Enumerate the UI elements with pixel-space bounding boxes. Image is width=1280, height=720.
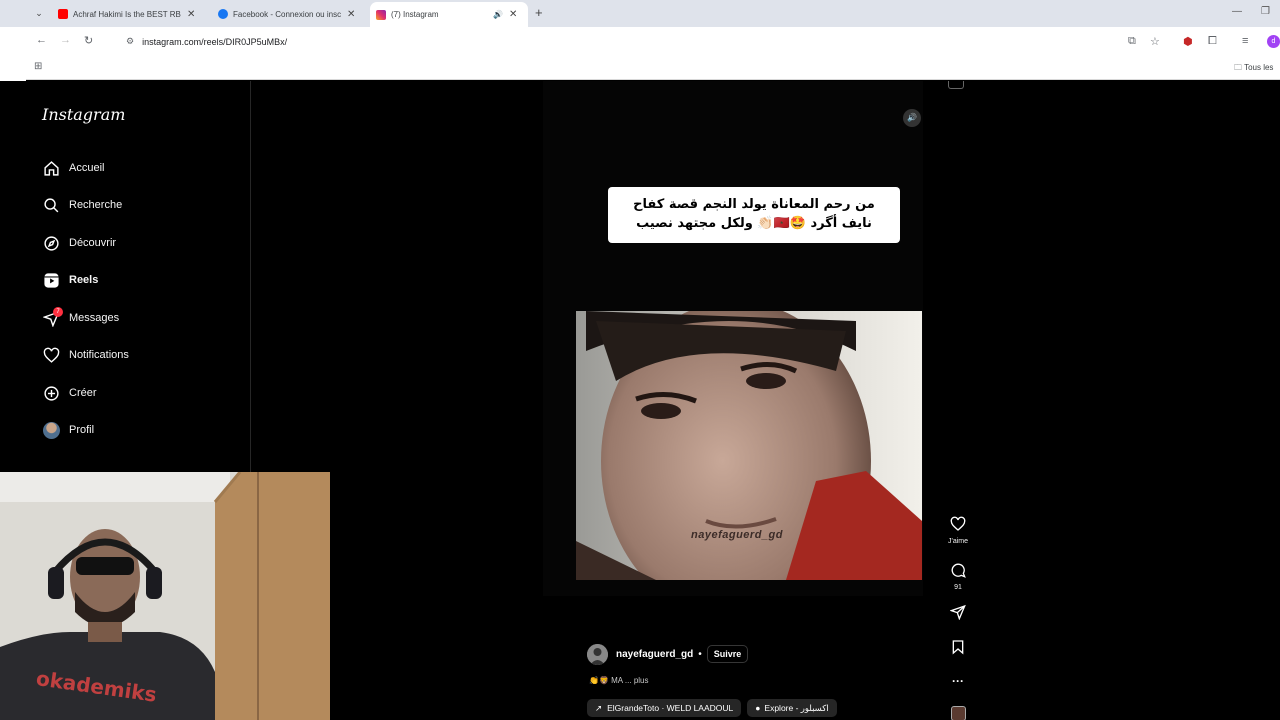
screen: ⌄ Achraf Hakimi Is the BEST RB in ✕ Face… bbox=[0, 0, 1280, 720]
location-chip-label: Explore - اكسبلور bbox=[764, 702, 829, 713]
nav-label: Créer bbox=[69, 387, 97, 399]
reload-icon[interactable]: ↻ bbox=[84, 34, 93, 47]
heart-icon bbox=[42, 346, 60, 364]
tab-youtube[interactable]: Achraf Hakimi Is the BEST RB in ✕ bbox=[52, 3, 195, 25]
browser-tab-bar: ⌄ Achraf Hakimi Is the BEST RB in ✕ Face… bbox=[0, 0, 1280, 27]
video-still: nayefaguerd_gd bbox=[576, 311, 922, 580]
comment-icon bbox=[951, 563, 966, 578]
facebook-icon bbox=[218, 9, 228, 19]
extensions-icon[interactable]: ⧠ bbox=[1208, 35, 1217, 48]
paper-plane-icon bbox=[949, 604, 966, 621]
follow-button[interactable]: Suivre bbox=[706, 645, 749, 663]
location-pin-icon: ● bbox=[755, 703, 761, 713]
nav-label: Accueil bbox=[69, 162, 105, 174]
site-info-icon[interactable]: ⚙ bbox=[126, 36, 134, 47]
like-label: J'aime bbox=[947, 538, 968, 545]
speaker-icon[interactable]: 🔊 bbox=[903, 109, 921, 127]
separator-dot: • bbox=[698, 648, 702, 660]
webcam-overlay: okademiks bbox=[0, 472, 330, 720]
speaker-icon[interactable]: 🔊 bbox=[493, 10, 503, 19]
url-text[interactable]: instagram.com/reels/DIR0JP5uMBx/ bbox=[142, 37, 287, 47]
avatar bbox=[42, 421, 60, 439]
instagram-icon bbox=[376, 9, 386, 20]
nav-label: Profil bbox=[69, 424, 95, 436]
nav-search[interactable]: Recherche bbox=[42, 193, 122, 217]
close-icon[interactable]: ✕ bbox=[187, 9, 195, 20]
audio-chip-label: ElGrandeToto · WELD LAADOUL bbox=[607, 703, 734, 713]
more-options-icon[interactable]: ··· bbox=[943, 674, 973, 688]
nav-label: Messages bbox=[69, 312, 120, 324]
forward-icon[interactable]: → bbox=[60, 34, 71, 46]
nav-notifications[interactable]: Notifications bbox=[42, 343, 129, 367]
address-toolbar: ← → ↻ ⚙ instagram.com/reels/DIR0JP5uMBx/… bbox=[26, 27, 1280, 56]
video-watermark: nayefaguerd_gd bbox=[691, 529, 783, 541]
search-icon bbox=[42, 196, 60, 214]
nav-label: Recherche bbox=[69, 199, 123, 211]
maximize-icon[interactable]: ❐ bbox=[1261, 6, 1270, 17]
bookmark-icon bbox=[952, 640, 964, 655]
caption-line-2: نايف أگرد 🤩🇲🇦👏🏻 ولكل مجتهد نصيب bbox=[636, 216, 872, 231]
reels-icon bbox=[42, 271, 60, 289]
previous-reel-edge bbox=[948, 81, 964, 89]
bookmark-star-icon[interactable]: ☆ bbox=[1150, 35, 1160, 48]
nav-home[interactable]: Accueil bbox=[42, 156, 104, 180]
nav-create[interactable]: Créer bbox=[42, 381, 97, 405]
tab-title: Facebook - Connexion ou inscri bbox=[233, 9, 341, 19]
webcam-image: okademiks bbox=[0, 472, 330, 720]
audio-chip[interactable]: ↗ ElGrandeToto · WELD LAADOUL bbox=[587, 699, 742, 717]
arrow-icon: ↗ bbox=[595, 702, 603, 713]
author-avatar[interactable] bbox=[587, 643, 608, 665]
instagram-logo[interactable]: Instagram bbox=[42, 105, 125, 124]
like-button[interactable]: J'aime bbox=[943, 516, 973, 545]
window-edge bbox=[0, 27, 26, 81]
close-icon[interactable]: ✕ bbox=[509, 9, 517, 20]
home-icon bbox=[42, 159, 60, 177]
messages-badge: 7 bbox=[53, 307, 63, 317]
audio-thumbnail[interactable] bbox=[943, 706, 973, 720]
nav-profile[interactable]: Profil bbox=[42, 418, 94, 442]
bookmarks-bar: ⊞ 🗀 Tous les bbox=[26, 56, 1280, 80]
nav-label: Découvrir bbox=[69, 237, 117, 249]
new-tab-button[interactable]: + bbox=[535, 5, 543, 20]
comment-count: 91 bbox=[954, 584, 962, 591]
nav-label: Reels bbox=[69, 274, 99, 286]
tab-title: Achraf Hakimi Is the BEST RB in bbox=[73, 9, 181, 19]
author-username[interactable]: nayefaguerd_gd bbox=[616, 649, 693, 660]
compass-icon bbox=[42, 234, 60, 252]
tab-instagram[interactable]: (7) Instagram 🔊 ✕ bbox=[370, 2, 528, 27]
close-icon[interactable]: ✕ bbox=[347, 9, 355, 20]
comment-button[interactable]: 91 bbox=[943, 562, 973, 591]
all-bookmarks-label: Tous les bbox=[1244, 63, 1274, 72]
minimize-icon[interactable]: — bbox=[1232, 6, 1242, 17]
reels-feed: 🔊 من رحم المعاناة يولد النجم قصة كفاح نا… bbox=[251, 81, 1280, 720]
back-icon[interactable]: ← bbox=[36, 34, 47, 46]
reel-caption[interactable]: 👏🦁 MA ... plus bbox=[589, 676, 649, 685]
youtube-icon bbox=[58, 9, 68, 19]
all-bookmarks-button[interactable]: 🗀 Tous les bbox=[1234, 62, 1273, 76]
shield-icon[interactable]: ⬢ bbox=[1183, 35, 1193, 48]
nav-messages[interactable]: 7 Messages bbox=[42, 306, 119, 330]
location-chip[interactable]: ● Explore - اكسبلور bbox=[747, 699, 837, 717]
address-bar[interactable]: ⚙ instagram.com/reels/DIR0JP5uMBx/ bbox=[126, 31, 1116, 52]
media-controls-icon[interactable]: ≡ bbox=[1242, 35, 1248, 47]
nav-label: Notifications bbox=[69, 349, 129, 361]
nav-explore[interactable]: Découvrir bbox=[42, 231, 116, 255]
folder-icon: 🗀 bbox=[1234, 63, 1242, 72]
tab-search-button[interactable]: ⌄ bbox=[32, 6, 46, 20]
plus-square-icon bbox=[42, 384, 60, 402]
reel-chips: ↗ ElGrandeToto · WELD LAADOUL ● Explore … bbox=[587, 699, 843, 717]
tab-facebook[interactable]: Facebook - Connexion ou inscri ✕ bbox=[212, 3, 355, 25]
tab-title: (7) Instagram bbox=[391, 10, 439, 19]
share-button[interactable] bbox=[943, 604, 973, 625]
nav-reels[interactable]: Reels bbox=[42, 268, 98, 292]
heart-icon bbox=[950, 516, 966, 531]
messenger-icon: 7 bbox=[42, 307, 63, 327]
apps-grid-icon[interactable]: ⊞ bbox=[34, 61, 42, 72]
reel-caption-overlay: من رحم المعاناة يولد النجم قصة كفاح نايف… bbox=[608, 187, 900, 243]
caption-line-1: من رحم المعاناة يولد النجم قصة كفاح bbox=[633, 197, 875, 212]
reel-author: nayefaguerd_gd • Suivre bbox=[587, 643, 749, 665]
profile-avatar[interactable]: d bbox=[1267, 35, 1280, 48]
install-app-icon[interactable]: ⧉ bbox=[1128, 35, 1136, 48]
save-button[interactable] bbox=[943, 639, 973, 660]
